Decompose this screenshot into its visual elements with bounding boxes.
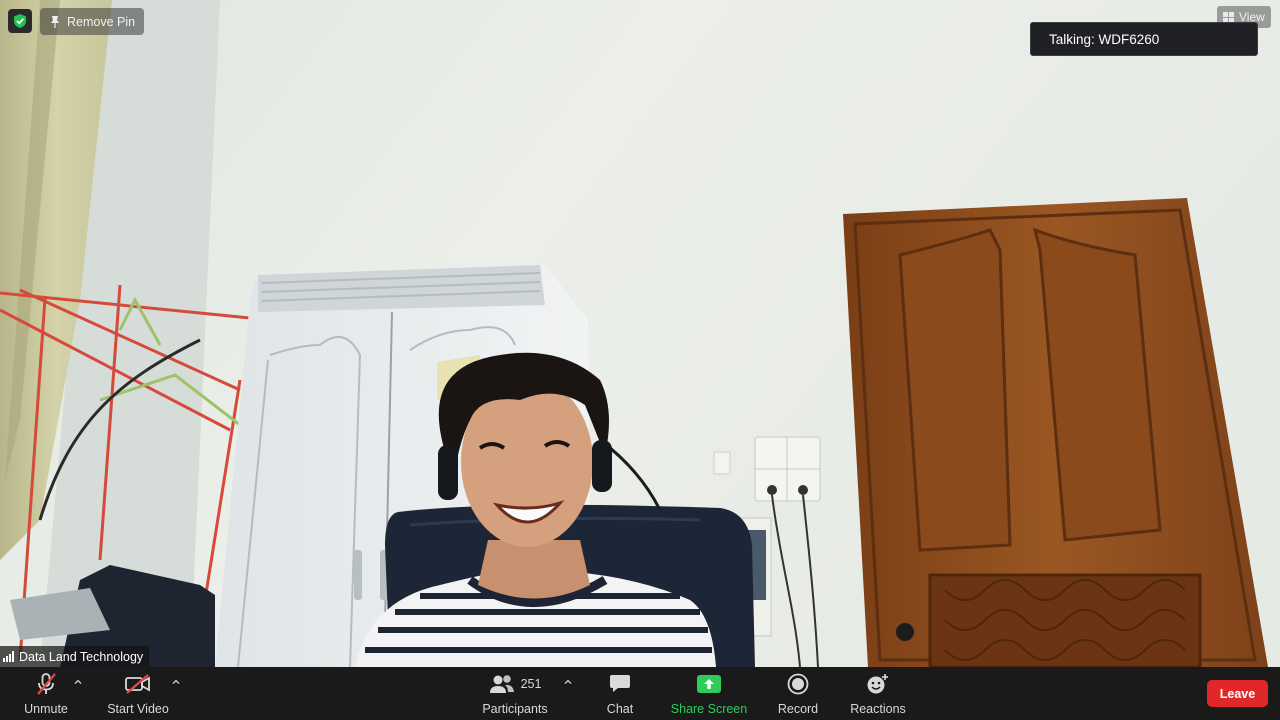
video-camera-off-icon [125, 674, 150, 694]
share-screen-label: Share Screen [670, 702, 748, 716]
video-feed [0, 0, 1280, 667]
record-label: Record [777, 702, 819, 716]
leave-button[interactable]: Leave [1207, 680, 1268, 707]
encryption-shield-icon[interactable] [8, 9, 32, 33]
audio-options-chevron-up-icon[interactable] [72, 675, 84, 687]
reactions-label: Reactions [850, 702, 906, 716]
chat-button[interactable]: Chat [600, 667, 640, 720]
chat-bubble-icon [610, 675, 630, 692]
record-icon [787, 673, 809, 695]
webcam-scene [0, 0, 1280, 667]
pin-icon [51, 16, 59, 28]
remove-pin-button[interactable]: Remove Pin [40, 8, 145, 35]
record-button[interactable]: Record [774, 667, 822, 720]
video-options-chevron-up-icon[interactable] [170, 675, 182, 687]
remove-pin-label: Remove Pin [67, 14, 136, 29]
grid-view-icon [1223, 11, 1234, 23]
participant-name: Data Land Technology [19, 649, 144, 664]
meeting-toolbar: Unmute Start Video 251 Participants Chat… [0, 667, 1280, 720]
participants-options-chevron-up-icon[interactable] [562, 675, 574, 687]
talking-text: Talking: WDF6260 [1049, 31, 1160, 47]
unmute-button[interactable]: Unmute [14, 667, 78, 720]
participants-count: 251 [520, 677, 542, 691]
participants-label: Participants [482, 702, 548, 716]
share-screen-button[interactable]: Share Screen [670, 667, 748, 720]
participants-icon [489, 675, 514, 693]
participant-name-tag: Data Land Technology [0, 646, 150, 667]
share-screen-icon [697, 675, 721, 693]
microphone-muted-icon [37, 673, 56, 695]
active-speaker-indicator: Talking: WDF6260 [1030, 22, 1258, 56]
start-video-button[interactable]: Start Video [102, 667, 174, 720]
participants-button[interactable]: 251 Participants [480, 667, 550, 720]
emoji-reactions-icon [867, 674, 888, 694]
signal-strength-icon [3, 651, 14, 662]
start-video-label: Start Video [107, 702, 169, 716]
chat-label: Chat [606, 702, 634, 716]
unmute-label: Unmute [24, 702, 68, 716]
shield-check-icon [14, 14, 26, 28]
reactions-button[interactable]: Reactions [848, 667, 908, 720]
